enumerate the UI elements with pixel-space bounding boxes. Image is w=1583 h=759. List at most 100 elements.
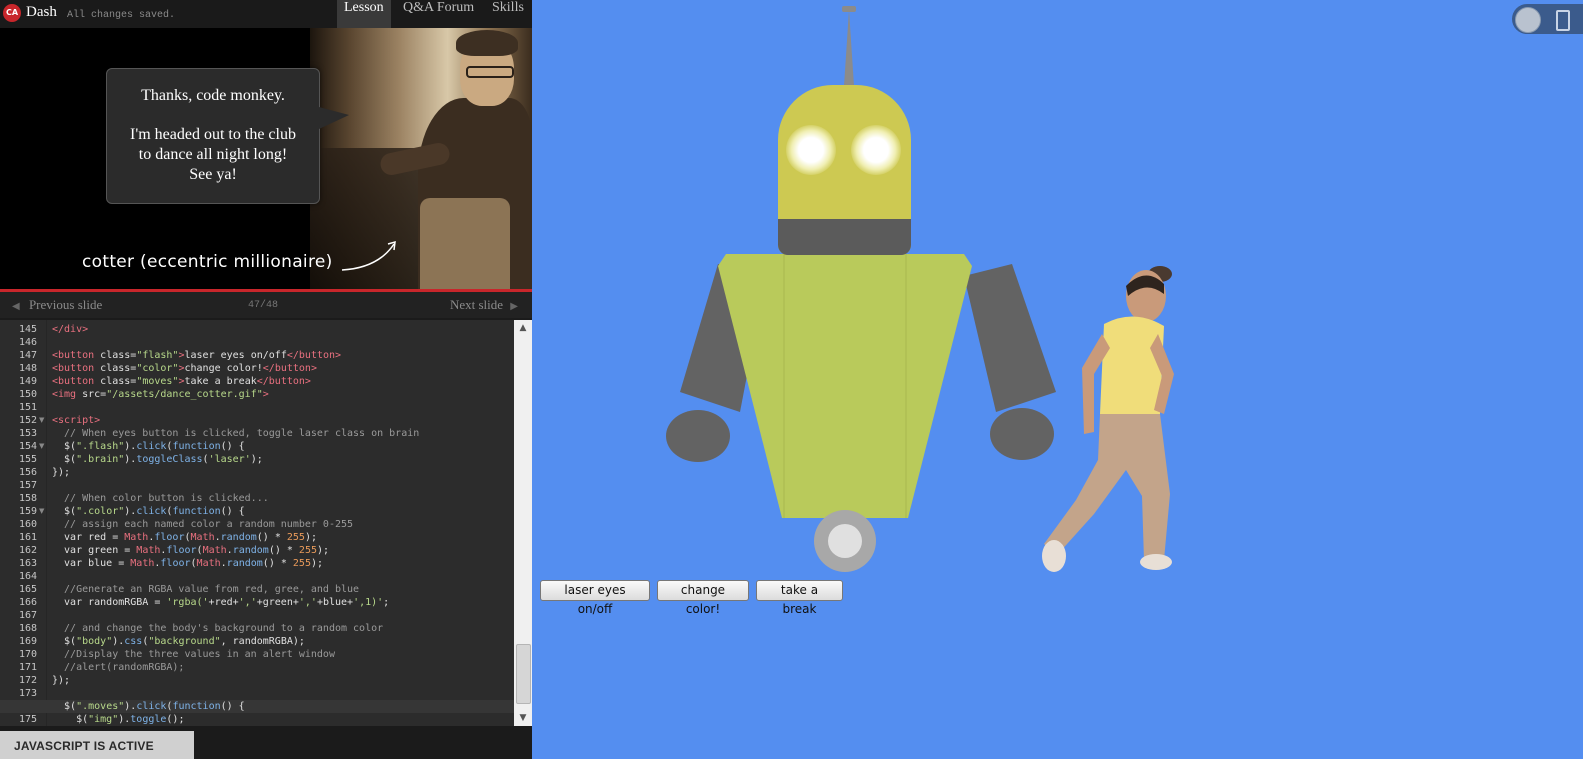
save-status: All changes saved.: [67, 10, 176, 21]
code-line[interactable]: $(".moves").click(function() {: [52, 700, 245, 713]
code-line[interactable]: // When eyes button is clicked, toggle l…: [52, 427, 419, 440]
line-number: 172: [18, 675, 37, 686]
code-line[interactable]: var red = Math.floor(Math.random() * 255…: [52, 531, 317, 544]
line-number: 170: [18, 649, 37, 660]
robot-torso: [718, 254, 972, 518]
slide-caption: cotter (eccentric millionaire): [82, 252, 333, 272]
scroll-up-arrow-icon[interactable]: ▲: [514, 320, 532, 336]
editor-scrollbar[interactable]: ▲ ▼: [514, 320, 532, 726]
code-line[interactable]: // and change the body's background to a…: [52, 622, 383, 635]
next-slide-button[interactable]: Next slide ▶: [450, 297, 518, 313]
top-bar: CA Dash All changes saved. Lesson Q&A Fo…: [0, 0, 532, 29]
line-number: 160: [18, 519, 37, 530]
line-number: 163: [18, 558, 37, 569]
tab-qa-forum[interactable]: Q&A Forum: [396, 0, 481, 28]
line-number: 149: [18, 376, 37, 387]
line-number: 169: [18, 636, 37, 647]
codecademy-logo-icon: CA: [3, 4, 21, 22]
laser-eyes-button[interactable]: laser eyes on/off: [540, 580, 650, 616]
tab-lesson[interactable]: Lesson: [337, 0, 391, 28]
code-line[interactable]: $(".flash").click(function() {: [52, 440, 245, 453]
line-number: 159: [18, 506, 37, 517]
lesson-slide: Thanks, code monkey. I'm headed out to t…: [0, 28, 532, 290]
line-number: 147: [18, 350, 37, 361]
man-glasses-shape: [466, 66, 514, 78]
line-number: 146: [18, 337, 37, 348]
robot-antenna-tip: [842, 6, 856, 12]
bubble-greeting: Thanks, code monkey.: [141, 87, 285, 104]
toggle-knob[interactable]: [1515, 7, 1541, 33]
line-number: 148: [18, 363, 37, 374]
line-number: 157: [18, 480, 37, 491]
code-line[interactable]: <img src="/assets/dance_cotter.gif">: [52, 388, 269, 401]
device-toggle[interactable]: [1512, 4, 1583, 34]
take-a-break-button[interactable]: take a break: [756, 580, 843, 616]
line-number: 162: [18, 545, 37, 556]
line-number: 168: [18, 623, 37, 634]
code-line[interactable]: </div>: [52, 323, 88, 336]
robot-wheel-hub: [828, 524, 862, 558]
previous-slide-label: Previous slide: [28, 297, 103, 312]
tab-skills[interactable]: Skills: [485, 0, 531, 28]
phone-icon[interactable]: [1556, 10, 1570, 31]
code-line[interactable]: var randomRGBA = 'rgba('+red+','+green+'…: [52, 596, 389, 609]
code-line[interactable]: <button class="flash">laser eyes on/off<…: [52, 349, 341, 362]
code-editor[interactable]: 145 146 147 148 149 150 151 152 ▼ 153 154 ▼ 155 156 15…: [0, 320, 532, 726]
caption-arrow-icon: [341, 240, 396, 271]
app-title: Dash: [26, 4, 57, 20]
man-legs-shape: [420, 198, 510, 290]
code-line[interactable]: // When color button is clicked...: [52, 492, 269, 505]
previous-slide-button[interactable]: ◀ Previous slide: [12, 297, 102, 313]
code-line[interactable]: $(".brain").toggleClass('laser');: [52, 453, 263, 466]
line-number: 152: [18, 415, 37, 426]
fold-arrow-icon[interactable]: ▼: [39, 416, 44, 424]
fold-arrow-icon[interactable]: ▼: [39, 442, 44, 450]
line-number: 156: [18, 467, 37, 478]
fold-arrow-icon[interactable]: ▼: [39, 507, 44, 515]
code-line[interactable]: var blue = Math.floor(Math.random() * 25…: [52, 557, 323, 570]
speech-bubble: Thanks, code monkey. I'm headed out to t…: [106, 68, 349, 204]
line-number: 151: [18, 402, 37, 413]
line-number: 161: [18, 532, 37, 543]
lesson-panel: CA Dash All changes saved. Lesson Q&A Fo…: [0, 0, 532, 759]
scroll-down-arrow-icon[interactable]: ▼: [514, 710, 532, 726]
code-line[interactable]: //alert(randomRGBA);: [52, 661, 184, 674]
slide-navigation: ◀ Previous slide 47/48 Next slide ▶: [0, 292, 532, 318]
code-line[interactable]: });: [52, 674, 70, 687]
code-line[interactable]: // assign each named color a random numb…: [52, 518, 353, 531]
code-line[interactable]: <button class="moves">take a break</butt…: [52, 375, 311, 388]
line-number: 173: [18, 688, 37, 699]
code-line[interactable]: //Display the three values in an alert w…: [52, 648, 335, 661]
slide-counter: 47/48: [248, 300, 279, 311]
javascript-active-badge: JAVASCRIPT IS ACTIVE: [0, 731, 194, 759]
code-line[interactable]: //Generate an RGBA value from red, gree,…: [52, 583, 359, 596]
line-number: 155: [18, 454, 37, 465]
bubble-message: I'm headed out to the club to dance all …: [130, 126, 296, 183]
previous-arrow-icon: ◀: [12, 301, 20, 312]
code-line[interactable]: <button class="color">change color!</but…: [52, 362, 317, 375]
line-number: 150: [18, 389, 37, 400]
code-line[interactable]: });: [52, 466, 70, 479]
line-number: 164: [18, 571, 37, 582]
robot-left-eye: [786, 125, 836, 175]
robot-wheel: [814, 510, 876, 572]
line-number: 154: [18, 441, 37, 452]
code-line[interactable]: var green = Math.floor(Math.random() * 2…: [52, 544, 329, 557]
line-number: 166: [18, 597, 37, 608]
code-line[interactable]: <script>: [52, 414, 100, 427]
robot-jaw: [778, 219, 911, 255]
change-color-button[interactable]: change color!: [657, 580, 749, 616]
line-number: 165: [18, 584, 37, 595]
robot-antenna: [844, 10, 854, 86]
line-number: 175: [18, 714, 37, 725]
robot-head: [778, 85, 911, 255]
code-line[interactable]: $(".color").click(function() {: [52, 505, 245, 518]
scroll-thumb[interactable]: [516, 644, 531, 704]
robot-right-eye: [851, 125, 901, 175]
code-line[interactable]: $("body").css("background", randomRGBA);: [52, 635, 305, 648]
dancing-cotter-image: [1042, 266, 1174, 572]
result-preview: laser eyes on/off change color! take a b…: [532, 0, 1583, 759]
code-line[interactable]: $("img").toggle();: [52, 713, 184, 726]
line-number: 171: [18, 662, 37, 673]
line-number: 158: [18, 493, 37, 504]
